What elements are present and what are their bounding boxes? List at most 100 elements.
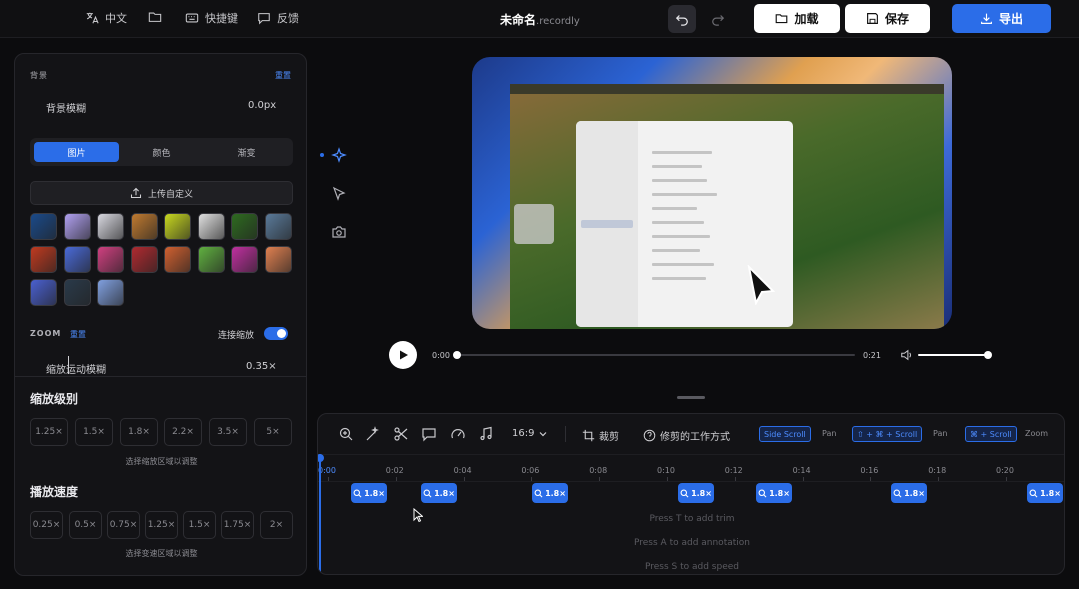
time-ruler[interactable]: 0:00 0:02 0:04 0:06 0:08 0:10 0:12 0:14 0:16 0:18… [318,454,1064,482]
export-button[interactable]: 导出 [952,4,1051,33]
zoom-segment[interactable]: 1.8× [421,483,457,503]
recorded-cursor-icon [747,265,776,305]
speed-chip[interactable]: 0.25× [30,511,63,539]
wallpaper-blue-purple-thumbnail[interactable] [30,279,57,306]
speedometer-icon[interactable] [450,426,466,442]
zoom-segment[interactable]: 1.8× [532,483,568,503]
volume-knob[interactable] [984,351,992,359]
music-icon[interactable] [478,426,494,442]
zoom-level-title: 缩放级别 [30,392,79,406]
progress-track[interactable] [457,354,855,356]
zoom-level-chip[interactable]: 3.5× [209,418,247,446]
speed-chip[interactable]: 1.5× [183,511,216,539]
zoom-in-icon [353,489,362,497]
zoom-level-chip[interactable]: 1.8× [120,418,158,446]
zoom-segment-label: 1.8× [545,488,566,498]
save-button[interactable]: 保存 [845,4,930,33]
motion-blur-value[interactable]: 0.35× [246,361,277,372]
kbd-cmd-scroll: ⌘ + Scroll [965,426,1017,442]
wallpaper-blue-orange-thumbnail[interactable] [63,246,91,273]
shortcuts-button[interactable]: 快捷键 [185,10,238,26]
tick-label: 0:02 [385,466,404,475]
background-reset-link[interactable]: 重置 [275,70,291,81]
language-button[interactable]: 中文 [85,10,127,26]
volume-track[interactable] [918,354,988,356]
export-label: 导出 [998,12,1023,26]
background-type-tabs: 图片 颜色 渐变 [30,138,293,166]
save-label: 保存 [884,12,909,26]
current-time: 0:00 [432,351,450,360]
zoom-level-chip[interactable]: 1.25× [30,418,68,446]
speed-chip[interactable]: 2× [260,511,293,539]
feedback-label: 反馈 [277,12,299,25]
wallpaper-blue-dark-thumbnail[interactable] [30,213,57,240]
progress-knob[interactable] [453,351,461,359]
toolbar-divider [565,426,566,442]
wallpaper-red-dark-thumbnail[interactable] [30,246,57,273]
wallpaper-red-dune-thumbnail[interactable] [130,246,158,273]
crop-button[interactable]: 裁剪 [582,428,619,443]
tick-mark [531,477,533,481]
wallpaper-holo-thumbnail[interactable] [63,213,91,240]
scissors-icon[interactable] [393,426,409,442]
tab-color[interactable]: 颜色 [119,142,204,162]
wallpaper-orange-stripes-thumbnail[interactable] [130,213,158,240]
zoom-in-icon[interactable] [338,426,354,442]
sparkle-icon[interactable] [331,147,347,163]
zoom-reset-link[interactable]: 重置 [70,329,86,340]
zoom-segment[interactable]: 1.8× [891,483,927,503]
zoom-segment[interactable]: 1.8× [678,483,714,503]
speed-chip[interactable]: 1.25× [145,511,178,539]
tick-mark [599,477,601,481]
zoom-in-icon [893,489,902,497]
zoom-level-chip[interactable]: 2.2× [164,418,202,446]
recorded-dock-window [514,204,554,244]
zoom-level-chip[interactable]: 1.5× [75,418,113,446]
speed-chip[interactable]: 0.5× [69,511,102,539]
upload-custom-button[interactable]: 上传自定义 [30,181,293,205]
background-blur-value[interactable]: 0.0px [248,100,276,111]
aspect-ratio-dropdown[interactable]: 16:9 [512,428,548,439]
project-title: 未命名.recordly [500,11,580,28]
panel-resize-handle[interactable] [677,396,705,399]
open-folder-button[interactable] [148,10,162,24]
wallpaper-peach-thumbnail[interactable] [264,246,292,273]
magic-wand-icon[interactable] [365,426,381,442]
wallpaper-green-leaf-thumbnail[interactable] [231,213,258,240]
trim-help-button[interactable]: 修剪的工作方式 [643,428,730,443]
recorded-row [652,179,707,182]
cursor-icon[interactable] [331,186,347,202]
wallpaper-mountain-thumbnail[interactable] [264,213,292,240]
language-label: 中文 [105,12,127,25]
tab-image[interactable]: 图片 [34,142,119,162]
volume-icon[interactable] [900,348,914,362]
video-preview[interactable] [472,57,952,329]
play-button[interactable] [389,341,417,369]
camera-icon[interactable] [331,224,347,240]
speed-chip[interactable]: 0.75× [107,511,140,539]
wallpaper-magenta-thumbnail[interactable] [231,246,258,273]
tick-label: 0:04 [453,466,472,475]
wallpaper-green-hills-thumbnail[interactable] [197,246,225,273]
recorded-row [652,263,714,266]
zoom-segment[interactable]: 1.8× [756,483,792,503]
connect-zoom-toggle[interactable] [264,327,288,340]
wallpaper-red-purple-thumbnail[interactable] [97,246,124,273]
zoom-segment[interactable]: 1.8× [1027,483,1063,503]
wallpaper-sunset-thumbnail[interactable] [164,246,191,273]
playhead[interactable] [319,454,321,574]
tab-gradient[interactable]: 渐变 [204,142,289,162]
feedback-button[interactable]: 反馈 [257,10,299,26]
load-button[interactable]: 加载 [754,4,840,33]
speed-chip[interactable]: 1.75× [221,511,254,539]
annotation-icon[interactable] [421,426,437,442]
zoom-level-chip[interactable]: 5× [254,418,292,446]
wallpaper-white-waves-thumbnail[interactable] [97,213,124,240]
wallpaper-pastel-thumbnail[interactable] [97,279,124,306]
wallpaper-dark-landscape-thumbnail[interactable] [63,279,91,306]
redo-button[interactable] [704,5,732,33]
wallpaper-yellow-green-thumbnail[interactable] [164,213,191,240]
undo-button[interactable] [668,5,696,33]
wallpaper-white-pattern-thumbnail[interactable] [197,213,225,240]
zoom-segment[interactable]: 1.8× [351,483,387,503]
